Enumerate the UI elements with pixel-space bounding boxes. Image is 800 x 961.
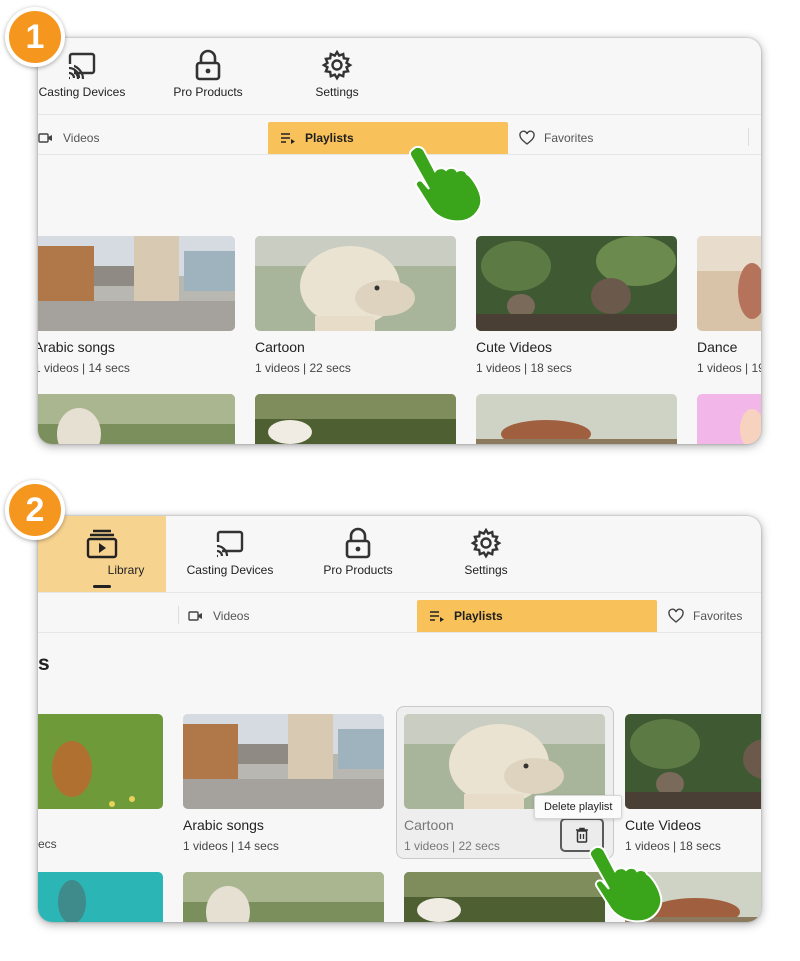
step-1-badge: 1 — [5, 7, 65, 67]
step-1-screenshot: Casting Devices Pro Products Settings Vi… — [38, 38, 761, 444]
tab-label: Favorites — [693, 609, 743, 623]
playlist-card-arabic-songs[interactable]: Arabic songs 1 videos | 14 secs — [38, 236, 235, 375]
playlist-card[interactable] — [38, 394, 235, 444]
tab-videos[interactable]: Videos — [188, 600, 338, 632]
playlist-card-cute-videos[interactable]: Cute Videos 1 videos | 18 secs — [476, 236, 677, 375]
delete-playlist-tooltip: Delete playlist — [534, 795, 623, 819]
nav-label: Pro Products — [323, 563, 393, 577]
playlist-meta: 1 videos | 22 secs — [255, 361, 351, 375]
playlist-meta: 1 videos | 14 secs — [183, 839, 279, 853]
active-indicator — [93, 585, 111, 588]
tab-separator — [748, 128, 749, 146]
cast-icon — [214, 530, 244, 558]
nav-pro-products[interactable]: Pro Products — [314, 516, 402, 592]
nav-label: Casting Devices — [186, 563, 274, 577]
tab-videos[interactable]: Videos — [38, 122, 178, 154]
top-navigation: Library Casting Devices Pro Products Set… — [38, 516, 761, 593]
top-navigation: Casting Devices Pro Products Settings — [38, 38, 761, 115]
playlist-thumbnail — [38, 872, 163, 922]
playlist-title: Cute Videos — [625, 817, 702, 833]
playlist-title: Arabic songs — [38, 339, 115, 355]
playlist-thumbnail — [183, 714, 384, 809]
playlist-card-dance[interactable]: Dance 1 videos | 19 — [697, 236, 761, 375]
pointing-hand-icon — [588, 845, 663, 923]
playlist-thumbnail — [255, 236, 456, 331]
cast-icon — [66, 52, 96, 80]
playlist-meta: 1 videos | 18 secs — [476, 361, 572, 375]
page-heading: s — [38, 652, 50, 675]
playlist-card[interactable] — [404, 872, 605, 922]
playlist-card[interactable] — [183, 872, 384, 922]
tab-label: Playlists — [454, 609, 503, 623]
tab-favorites[interactable]: Favorites — [668, 600, 761, 632]
playlist-card[interactable]: ecs — [38, 714, 163, 851]
playlist-meta: 1 videos | 14 secs — [38, 361, 130, 375]
tab-label: Playlists — [305, 131, 354, 145]
playlist-meta: 1 videos | 19 — [697, 361, 761, 375]
playlist-thumbnail — [476, 236, 677, 331]
nav-label: Settings — [315, 85, 359, 99]
step-2-badge: 2 — [5, 480, 65, 540]
library-tabs: Videos Playlists Favorites — [38, 114, 761, 155]
playlist-thumbnail — [404, 872, 605, 922]
tab-playlists[interactable]: Playlists — [417, 600, 657, 632]
playlist-title: Dance — [697, 339, 738, 355]
tab-label: Favorites — [544, 131, 594, 145]
playlist-card[interactable] — [697, 394, 761, 444]
playlist-title: Cartoon — [255, 339, 305, 355]
playlist-thumbnail — [697, 236, 761, 331]
tab-separator — [178, 606, 179, 624]
nav-pro-products[interactable]: Pro Products — [164, 38, 252, 114]
pointing-hand-icon — [408, 145, 483, 223]
playlist-thumbnail — [625, 714, 761, 809]
heart-icon — [668, 608, 684, 623]
nav-label: Settings — [464, 563, 508, 577]
lock-icon — [345, 527, 371, 559]
library-tabs: Videos Playlists Favorites — [38, 592, 761, 633]
nav-label: Pro Products — [173, 85, 243, 99]
playlist-card[interactable] — [38, 872, 163, 922]
nav-label: Library — [107, 563, 145, 577]
playlist-thumbnail — [697, 394, 761, 444]
playlist-thumbnail — [38, 394, 235, 444]
playlist-thumbnail — [38, 236, 235, 331]
video-camera-icon — [188, 611, 202, 621]
video-camera-icon — [38, 133, 52, 143]
tab-label: Videos — [213, 609, 250, 623]
nav-casting-devices[interactable]: Casting Devices — [186, 516, 274, 592]
nav-label: Casting Devices — [38, 85, 126, 99]
nav-settings[interactable]: Settings — [442, 516, 530, 592]
heart-icon — [519, 130, 535, 145]
playlist-icon — [430, 611, 444, 622]
tab-favorites[interactable]: Favorites — [519, 122, 719, 154]
playlist-thumbnail — [255, 394, 456, 444]
gear-icon — [321, 49, 353, 81]
playlist-thumbnail — [38, 714, 163, 809]
gear-icon — [470, 527, 502, 559]
playlist-thumbnail — [183, 872, 384, 922]
playlist-thumbnail — [476, 394, 677, 444]
tab-label: Videos — [63, 131, 100, 145]
playlist-card[interactable] — [255, 394, 456, 444]
playlist-icon — [281, 133, 295, 144]
trash-icon — [576, 827, 588, 843]
lock-icon — [195, 49, 221, 81]
playlist-card-cute-videos[interactable]: Cute Videos 1 videos | 18 secs — [625, 714, 761, 853]
playlist-card[interactable] — [476, 394, 677, 444]
playlist-title: Cute Videos — [476, 339, 553, 355]
playlist-card-arabic-songs[interactable]: Arabic songs 1 videos | 14 secs — [183, 714, 384, 853]
playlist-card-cartoon[interactable]: Cartoon 1 videos | 22 secs — [255, 236, 456, 375]
playlist-meta: ecs — [38, 837, 57, 851]
playlist-title: Arabic songs — [183, 817, 264, 833]
library-icon — [86, 529, 118, 559]
nav-settings[interactable]: Settings — [293, 38, 381, 114]
